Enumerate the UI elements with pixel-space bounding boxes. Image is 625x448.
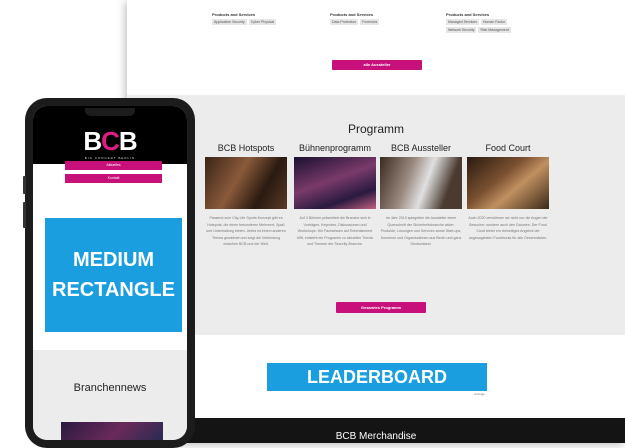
programm-title: Programm: [347, 122, 404, 136]
medium-rectangle-ad[interactable]: MEDIUM RECTANGLE: [45, 218, 182, 332]
tag[interactable]: Data Protection: [330, 19, 359, 25]
tag-group-heading: Products and Services: [330, 12, 374, 17]
column-text: Auf 3 Bühnen präsentiert die Branche sic…: [296, 216, 374, 246]
programm-column-foodcourt[interactable]: Food Court Auch 2020 verwöhnen wir nicht…: [467, 143, 549, 241]
phone-header: BCB BIG CONCERT BERLIN: [33, 106, 187, 164]
bcb-logo[interactable]: BCB: [33, 126, 187, 157]
phone-menu-button[interactable]: Aktuelles: [65, 161, 162, 170]
phone-mockup: BCB BIG CONCERT BERLIN Aktuelles Kontakt…: [23, 98, 195, 448]
logo-letter: C: [101, 126, 120, 156]
column-text: Auch 2020 verwöhnen wir nicht nur die Au…: [468, 216, 548, 240]
programm-column-buehne[interactable]: Bühnenprogramm Auf 3 Bühnen präsentiert …: [294, 143, 376, 248]
tag-group: Products and Services Managed Services H…: [446, 12, 538, 33]
phone-notch: [85, 108, 135, 116]
logo-subtitle: BIG CONCERT BERLIN: [84, 156, 136, 160]
leaderboard-ad[interactable]: LEADERBOARD: [267, 363, 487, 391]
ad-text-line: MEDIUM: [72, 249, 155, 271]
tag-group: Products and Services Data Protection Fo…: [330, 12, 425, 25]
branchennews-title: Branchennews: [73, 382, 147, 394]
news-photo[interactable]: [61, 422, 163, 440]
phone-contact-button[interactable]: Kontakt: [65, 174, 162, 183]
stage-photo: [294, 157, 376, 209]
logo-letter: B: [118, 126, 138, 156]
tag[interactable]: Human Factor: [481, 19, 508, 25]
column-heading: BCB Hotspots: [217, 143, 275, 153]
tag-group: Products and Services Application Securi…: [212, 12, 307, 25]
ad-text-line: RECTANGLE: [52, 279, 175, 301]
merchandise-section-title: BCB Merchandise: [127, 418, 625, 443]
tag[interactable]: Application Security: [212, 19, 247, 25]
desktop-page-mockup: Products and Services Application Securi…: [127, 0, 625, 443]
tag[interactable]: Managed Services: [446, 19, 479, 25]
phone-side-button: [23, 202, 26, 228]
column-heading: Food Court: [485, 143, 531, 153]
column-text: Im Jahr 2019 spiegelten die Aussteller e…: [380, 216, 462, 246]
column-text: Passend zum City-Life Sports Konzept gib…: [206, 216, 286, 246]
programm-section: Programm BCB Hotspots Passend zum City-L…: [127, 95, 625, 335]
exhibitors-photo: [380, 157, 462, 209]
branchennews-section: Branchennews: [33, 350, 187, 440]
tag[interactable]: Cyber Physical: [248, 19, 277, 25]
tag[interactable]: Forensics: [360, 19, 380, 25]
column-heading: Bühnenprogramm: [298, 143, 372, 153]
tag-group-heading: Products and Services: [446, 12, 490, 17]
ad-label: Anzeige: [474, 392, 485, 396]
tag-group-heading: Products and Services: [212, 12, 256, 17]
tag[interactable]: Risk Management: [478, 27, 511, 33]
all-exhibitors-button[interactable]: alle Aussteller: [332, 60, 422, 70]
hotspots-photo: [205, 157, 287, 209]
full-program-button[interactable]: Gesamtes Programm: [336, 302, 426, 313]
phone-side-button: [23, 176, 26, 194]
programm-column-aussteller[interactable]: BCB Aussteller Im Jahr 2019 spiegelten d…: [380, 143, 462, 248]
programm-column-hotspots[interactable]: BCB Hotspots Passend zum City-Life Sport…: [205, 143, 287, 248]
logo-letter: B: [83, 126, 102, 156]
phone-screen: BCB BIG CONCERT BERLIN Aktuelles Kontakt…: [33, 106, 187, 440]
column-heading: BCB Aussteller: [390, 143, 452, 153]
food-court-photo: [467, 157, 549, 209]
tag[interactable]: Network Security: [446, 27, 477, 33]
